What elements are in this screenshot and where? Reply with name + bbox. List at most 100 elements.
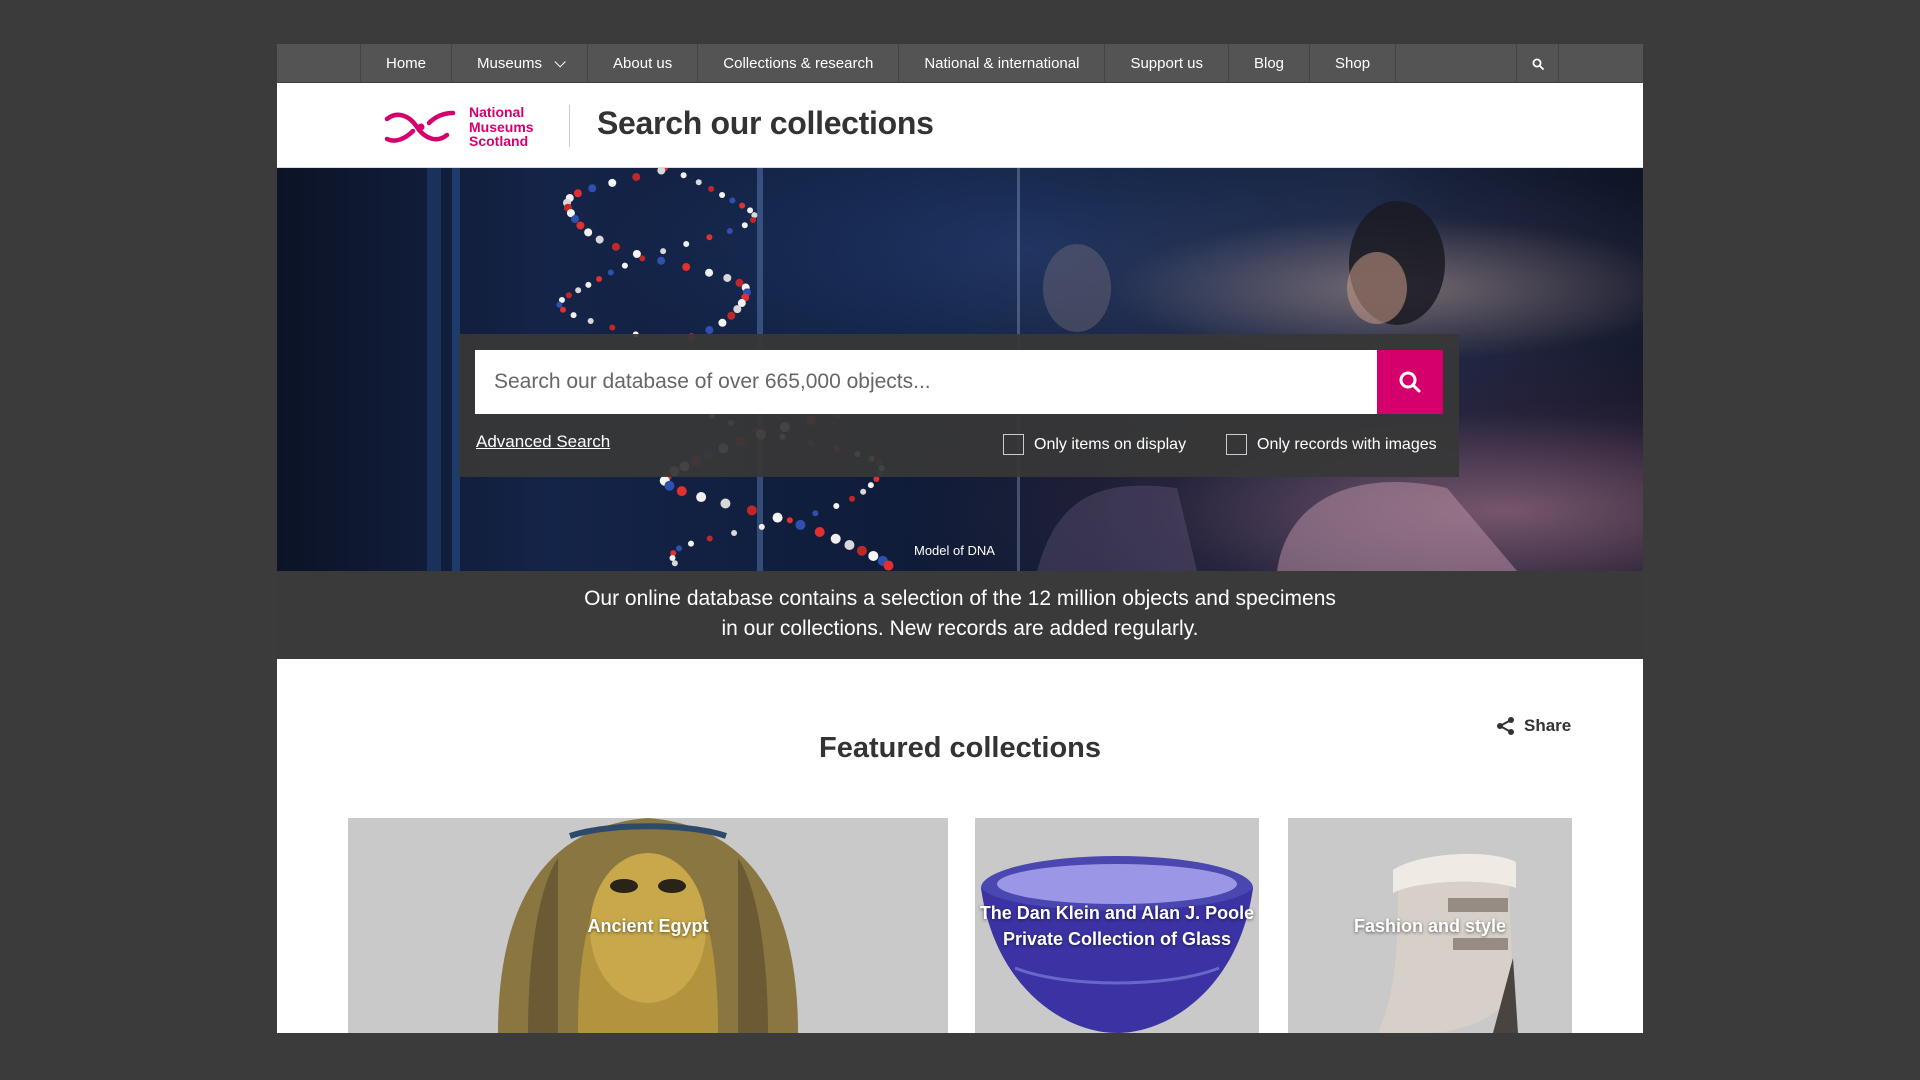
dna-atom [688,540,695,547]
site-logo[interactable]: National Museums Scotland [383,102,543,152]
collection-card-fashion[interactable]: Fashion and style [1288,818,1572,1033]
dna-atom [729,197,736,204]
dna-atom [860,488,867,495]
dna-atom [585,281,592,288]
dna-atom [676,486,687,497]
dna-atom [664,480,675,491]
nav-item-label: Collections & research [723,55,874,72]
dna-atom [571,215,580,224]
featured-collections-heading: Featured collections [818,732,1101,764]
dna-atom [719,191,726,198]
collection-card-ancient-egypt[interactable]: Ancient Egypt [348,818,948,1033]
nav-list: Home Museums About us Collections & rese… [360,44,1397,83]
dna-atom [584,228,593,237]
nav-item-label: About us [613,55,673,72]
dna-atom [708,185,715,192]
filter-with-images-checkbox[interactable]: Only records with images [1226,434,1437,455]
nav-item-home[interactable]: Home [361,44,453,83]
dna-atom [607,269,614,276]
search-icon [1532,58,1544,70]
card-label: Fashion and style [1353,915,1507,936]
nav-item-shop[interactable]: Shop [1310,44,1397,83]
dna-atom [683,241,690,248]
nav-item-label: Blog [1254,55,1285,72]
info-text-line: Our online database contains a selection… [584,587,1336,610]
dna-atom [812,510,819,517]
dna-atom [705,268,714,277]
dna-atom [680,172,687,179]
dna-atom [609,324,616,331]
info-band: Our online database contains a selection… [277,571,1643,659]
nav-item-museums[interactable]: Museums [452,44,589,83]
dna-atom [726,228,733,234]
nav-item-blog[interactable]: Blog [1229,44,1311,83]
dna-atom [750,217,757,224]
dna-atom [632,172,641,181]
nav-item-national-international[interactable]: National & international [899,44,1106,83]
dna-atom [731,529,738,536]
dna-atom [849,495,856,502]
dna-atom [746,505,757,516]
dna-atom [611,242,620,251]
dna-atom [575,287,582,294]
dna-atom [706,234,713,241]
image-caption: Model of DNA [914,543,995,558]
dna-atom [608,178,617,187]
nav-item-collections-research[interactable]: Collections & research [698,44,900,83]
dna-atom [833,503,840,510]
advanced-search-link[interactable]: Advanced Search [476,432,610,452]
dna-atom [696,492,707,503]
top-navigation: Home Museums About us Collections & rese… [277,44,1643,83]
dna-atom [747,207,754,214]
logo-line: Scotland [469,133,529,150]
dna-atom [720,498,731,509]
dna-atom [706,535,713,542]
dna-atom [573,189,582,198]
nav-item-about-us[interactable]: About us [588,44,699,83]
dna-atom [669,555,676,562]
dna-atom [556,301,563,308]
nms-logo-icon [384,110,456,143]
checkbox-box[interactable] [1003,434,1024,455]
nav-item-label: Support us [1130,55,1203,72]
checkbox-label: Only records with images [1257,435,1437,453]
search-panel: Advanced Search Only items on display On… [459,334,1459,477]
hero-banner: Advanced Search Only items on display On… [277,168,1643,571]
dna-atom [814,526,825,537]
card-label: Ancient Egypt [587,915,709,936]
collection-card-glass[interactable]: The Dan Klein and Alan J. Poole Private … [975,818,1259,1033]
checkbox-box[interactable] [1226,434,1247,455]
dna-atom [883,560,894,571]
nav-search-button[interactable] [1516,44,1559,83]
logo-line: Museums [469,118,534,135]
info-text-line: in our collections. New records are adde… [721,617,1199,640]
dna-atom [786,517,793,524]
site-header: National Museums Scotland Search our col… [277,83,1643,168]
dna-atom [676,545,683,552]
nav-item-label: Home [386,55,427,72]
dna-atom [733,305,742,314]
dna-atom [718,318,727,327]
dna-atom [772,512,783,523]
card-label-line: Private Collection of Glass [1002,928,1232,949]
chevron-down-icon [554,55,566,68]
logo-line: National [469,104,525,121]
dna-atom [844,539,855,550]
nav-item-label: Shop [1335,55,1371,72]
filter-on-display-checkbox[interactable]: Only items on display [1003,434,1186,455]
search-submit-button[interactable] [1377,350,1443,414]
dna-atom [856,545,867,556]
header-divider [569,105,570,147]
dna-atom [595,235,604,244]
dna-atom [588,184,597,193]
dna-atom [657,168,666,175]
dna-atom [657,256,666,265]
dna-atom [695,179,702,186]
search-input[interactable] [475,350,1377,414]
page-title: Search our collections [597,105,934,141]
dna-atom [621,262,628,269]
dna-atom [739,202,746,209]
dna-atom [660,248,667,255]
dna-atom [576,221,585,230]
nav-item-support-us[interactable]: Support us [1105,44,1229,83]
